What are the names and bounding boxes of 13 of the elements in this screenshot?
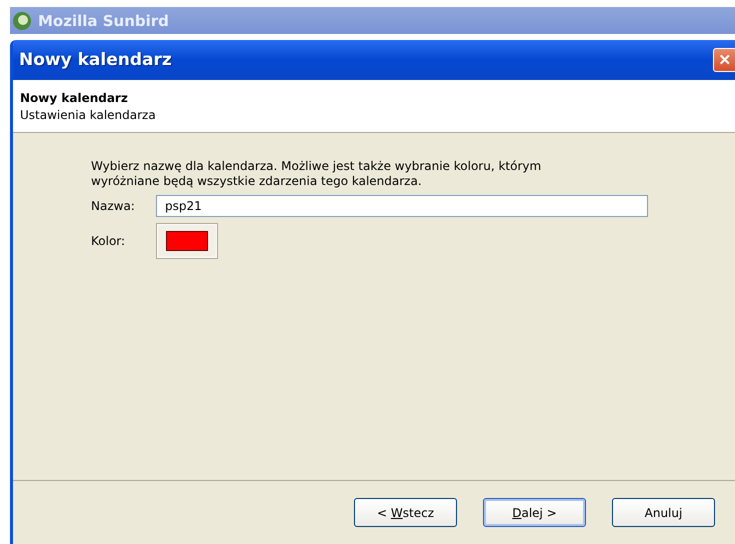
color-label: Kolor:	[91, 234, 126, 248]
instructions-text: Wybierz nazwę dla kalendarza. Możliwe jest także wybranie koloru, którym wyróżniane będą wszystkie zdarzenia tego kalendarza.	[91, 159, 542, 189]
color-picker-button[interactable]	[156, 223, 218, 259]
wizard-button[interactable]: Dalej >	[483, 498, 586, 527]
app-title: Mozilla Sunbird	[38, 12, 169, 30]
dialog-title: Nowy kalendarz	[19, 50, 172, 70]
wizard-button[interactable]: < Wstecz	[354, 498, 457, 527]
header-title: Nowy kalendarz	[20, 90, 129, 104]
name-field[interactable]: psp21	[156, 195, 648, 217]
wizard-button[interactable]: Anuluj	[612, 498, 715, 527]
name-label: Nazwa:	[91, 199, 136, 213]
sunbird-logo-icon	[12, 10, 32, 30]
header-subtitle: Ustawienia kalendarza	[20, 108, 157, 122]
